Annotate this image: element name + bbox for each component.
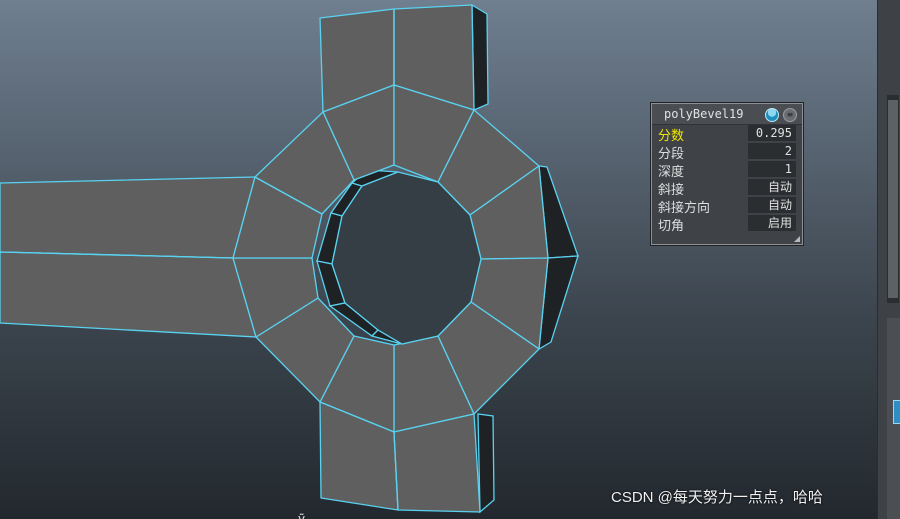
channel-box-color-icon[interactable] [765, 108, 779, 122]
attr-label: 切角 [658, 219, 685, 234]
panel-tab-button[interactable] [893, 400, 900, 424]
attr-row-fraction[interactable]: 分数 0.295 [656, 124, 798, 144]
viewport-hud-glyph: ỹ [298, 512, 305, 519]
channel-box-options-icon[interactable]: ≡ [783, 108, 797, 122]
node-title: polyBevel19 [664, 107, 744, 121]
attr-value-field[interactable]: 1 [748, 161, 796, 177]
attr-value-field[interactable]: 2 [748, 143, 796, 159]
attr-row-mitering[interactable]: 斜接 自动 [656, 178, 798, 198]
attr-row-chamfer[interactable]: 切角 启用 [656, 214, 798, 234]
attr-row-miter-along[interactable]: 斜接方向 自动 [656, 196, 798, 216]
watermark-text: CSDN @每天努力一点点，哈哈 [611, 489, 823, 506]
attr-value-field[interactable]: 自动 [748, 179, 796, 195]
resize-grip-icon[interactable] [794, 236, 800, 242]
attr-row-segments[interactable]: 分段 2 [656, 142, 798, 162]
channel-box-header[interactable]: polyBevel19 ≡ [652, 104, 802, 125]
scrollbar-handle[interactable] [888, 100, 898, 298]
3d-viewport[interactable]: ỹ [0, 0, 900, 519]
beveled-mesh[interactable] [0, 3, 579, 514]
attr-row-depth[interactable]: 深度 1 [656, 160, 798, 180]
right-panel-edge[interactable] [877, 0, 900, 519]
channel-box-panel[interactable]: polyBevel19 ≡ 分数 0.295 分段 2 深度 1 斜接 自动 斜… [651, 103, 803, 245]
attr-value-field[interactable]: 自动 [748, 197, 796, 213]
attr-value-field[interactable]: 启用 [748, 215, 796, 231]
attr-value-field[interactable]: 0.295 [748, 125, 796, 141]
